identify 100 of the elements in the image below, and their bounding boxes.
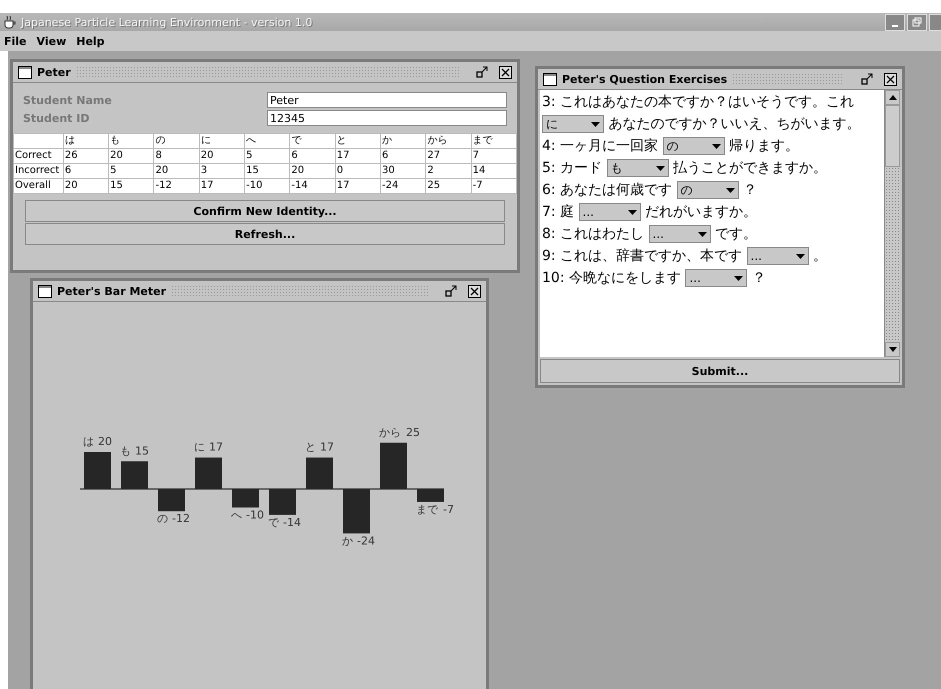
column-header: まで: [471, 134, 516, 148]
table-cell: -14: [290, 178, 336, 194]
question-text: 今晩なにをします: [568, 270, 681, 286]
column-header: に: [199, 134, 245, 148]
column-header: も: [108, 134, 154, 148]
close-icon[interactable]: [468, 284, 481, 298]
close-icon[interactable]: [884, 72, 897, 86]
window-icon: [38, 284, 52, 298]
window-icon: [543, 72, 557, 86]
question-text: これはわたし: [560, 226, 644, 242]
scrollbar[interactable]: [884, 90, 900, 358]
row-header: Correct: [14, 148, 64, 164]
bar: [306, 458, 333, 489]
field-label: Student Name: [23, 94, 113, 106]
menu-item[interactable]: Help: [76, 34, 105, 48]
question-number: 7:: [542, 204, 556, 220]
caret-icon: [726, 188, 735, 193]
frame-title: Peter's Bar Meter: [57, 284, 166, 298]
answer-dropdown[interactable]: ...: [648, 225, 711, 244]
frame-title: Peter: [37, 66, 71, 78]
table-cell: -7: [471, 178, 516, 194]
bar: [158, 489, 185, 512]
minimize-button[interactable]: [885, 14, 905, 30]
table-cell: 7: [471, 148, 516, 164]
restore-icon[interactable]: [861, 73, 873, 85]
bar: [380, 442, 407, 489]
window-icon: [18, 66, 32, 78]
input-field[interactable]: 12345: [267, 110, 507, 126]
action-button[interactable]: Refresh...: [25, 223, 505, 245]
category-label: へ: [231, 508, 242, 522]
table-cell: 20: [290, 164, 336, 178]
caret-icon: [591, 122, 600, 127]
restore-icon[interactable]: [445, 285, 457, 297]
maximize-button[interactable]: [907, 14, 927, 30]
question-text: です。: [714, 226, 757, 242]
column-header: から: [426, 134, 472, 148]
table-cell: 20: [63, 178, 109, 194]
answer-dropdown[interactable]: に: [542, 115, 604, 134]
caret-icon: [698, 232, 707, 237]
menu-item[interactable]: View: [36, 34, 66, 48]
menu-item[interactable]: File: [4, 34, 27, 48]
answer-dropdown[interactable]: の: [676, 181, 739, 200]
question-number: 3:: [542, 94, 556, 110]
table-cell: 15: [108, 178, 154, 194]
frame-title: Peter's Question Exercises: [562, 72, 728, 86]
table-cell: 15: [244, 164, 290, 178]
restore-icon[interactable]: [476, 66, 488, 78]
table-cell: 27: [426, 148, 472, 164]
question-text: 庭: [560, 204, 574, 220]
question-number: 10:: [542, 270, 565, 286]
table-cell: 2: [426, 164, 472, 178]
close-icon[interactable]: [499, 66, 512, 78]
question-number: 8:: [542, 226, 556, 242]
category-label: か: [342, 534, 353, 548]
scroll-up-icon[interactable]: [888, 95, 896, 100]
caret-icon: [796, 254, 805, 259]
answer-dropdown[interactable]: ...: [746, 247, 809, 266]
category-label: と: [305, 440, 316, 454]
category-label: で: [268, 516, 279, 529]
category-label: に: [194, 440, 205, 454]
value-label: -10: [246, 508, 264, 522]
value-label: 25: [406, 426, 420, 439]
question-text: ？: [752, 270, 766, 286]
table-cell: 8: [154, 148, 200, 164]
category-label: から: [379, 426, 401, 439]
question-number: 4:: [542, 138, 556, 154]
category-label: まで: [416, 502, 438, 516]
table-cell: -10: [244, 178, 290, 194]
table-cell: 6: [63, 164, 109, 178]
answer-dropdown[interactable]: も: [606, 159, 669, 178]
question-text: 一ヶ月に一回家: [560, 138, 658, 154]
table-cell: 14: [471, 164, 516, 178]
scroll-down-icon[interactable]: [888, 347, 896, 352]
value-label: 20: [98, 435, 112, 448]
category-label: の: [157, 512, 168, 526]
answer-dropdown[interactable]: ...: [685, 269, 748, 288]
bar: [269, 489, 296, 515]
question-text: これは、辞書ですか、本です: [560, 248, 742, 264]
question-text: 。: [812, 248, 827, 264]
answer-dropdown[interactable]: ...: [578, 203, 641, 222]
submit-button[interactable]: Submit...: [540, 359, 900, 383]
table-cell: 17: [335, 148, 381, 164]
question-text: 払うことができますか。: [672, 160, 827, 176]
question-text: あなたのですか？いいえ、ちがいます。: [608, 116, 860, 132]
input-field[interactable]: Peter: [267, 92, 507, 108]
question-text: 帰ります。: [728, 138, 799, 154]
value-label: -24: [357, 534, 375, 548]
answer-dropdown[interactable]: の: [662, 137, 725, 156]
table-cell: 20: [199, 148, 245, 164]
caret-icon: [734, 276, 744, 281]
action-button[interactable]: Confirm New Identity...: [25, 200, 505, 222]
scroll-thumb[interactable]: [885, 105, 900, 167]
column-header: の: [154, 134, 200, 148]
question-number: 5:: [542, 160, 556, 176]
category-label: も: [120, 444, 131, 458]
value-label: -7: [443, 502, 454, 516]
bar: [84, 452, 111, 489]
question-text: ？: [742, 182, 757, 198]
table-cell: 3: [199, 164, 245, 178]
table-cell: 20: [154, 164, 200, 178]
